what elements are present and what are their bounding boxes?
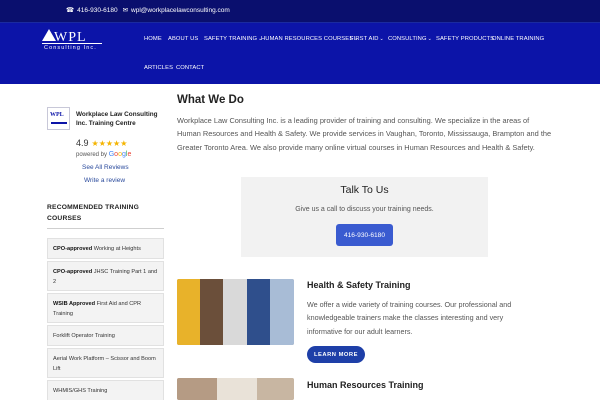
nav-safety-training-label: SAFETY TRAINING bbox=[204, 36, 258, 42]
rating-value: 4.9 bbox=[76, 138, 89, 148]
course-item[interactable]: Aerial Work Platform – Scissor and Boom … bbox=[47, 348, 164, 378]
nav-about-us[interactable]: ABOUT US bbox=[168, 36, 198, 42]
see-all-reviews-link[interactable]: See All Reviews bbox=[82, 164, 129, 171]
course-item[interactable]: WSIB Approved First Aid and CPR Training bbox=[47, 293, 164, 323]
nav-articles[interactable]: ARTICLES bbox=[144, 65, 173, 71]
nav-safety-products[interactable]: SAFETY PRODUCTS bbox=[436, 36, 494, 42]
email-icon: ✉ bbox=[122, 7, 129, 14]
course-item[interactable]: CPO-approved JHSC Training Part 1 and 2 bbox=[47, 261, 164, 291]
course-item[interactable]: CPO-approved Working at Heights bbox=[47, 238, 164, 259]
powered-by-label: powered by bbox=[76, 152, 108, 158]
nav-home-label: HOME bbox=[144, 36, 162, 42]
intro-paragraph: Workplace Law Consulting Inc. is a leadi… bbox=[177, 116, 552, 152]
nav-consulting-label: CONSULTING bbox=[388, 36, 427, 42]
nav-safety-products-label: SAFETY PRODUCTS bbox=[436, 36, 495, 42]
business-name[interactable]: Workplace Law Consulting Inc. Training C… bbox=[76, 110, 166, 128]
nav-hr-courses-label: HUMAN RESOURCES COURSES bbox=[261, 36, 354, 42]
top-contact-bar: ☎ 416-930-6180 ✉ wpl@workplacelawconsult… bbox=[0, 0, 600, 22]
nav-first-aid-label: FIRST AID bbox=[350, 36, 379, 42]
nav-home[interactable]: HOME bbox=[144, 36, 162, 42]
logo-subtitle: Consulting Inc. bbox=[44, 45, 97, 51]
chevron-down-icon: ⌄ bbox=[379, 36, 384, 42]
page-title: What We Do bbox=[177, 94, 244, 106]
health-safety-description: We offer a wide variety of training cour… bbox=[307, 300, 512, 336]
human-resources-photo bbox=[177, 378, 294, 400]
nav-human-resources-courses[interactable]: HUMAN RESOURCES COURSES⌄ bbox=[261, 36, 358, 42]
powered-by-google: powered by Google bbox=[76, 151, 131, 158]
course-badge: CPO-approved bbox=[53, 269, 93, 275]
google-wordmark: Google bbox=[108, 151, 132, 158]
nav-safety-training[interactable]: SAFETY TRAINING⌄ bbox=[204, 36, 262, 42]
topbar-phone[interactable]: 416-930-6180 bbox=[77, 7, 117, 14]
nav-about-us-label: ABOUT US bbox=[168, 36, 199, 42]
topbar-email[interactable]: wpl@workplacelawconsulting.com bbox=[131, 7, 230, 14]
learn-more-button[interactable]: LEARN MORE bbox=[307, 346, 365, 363]
phone-icon: ☎ bbox=[66, 7, 75, 14]
write-review-link[interactable]: Write a review bbox=[84, 177, 125, 184]
course-label: Working at Heights bbox=[92, 246, 141, 252]
business-logo-rule bbox=[51, 122, 67, 124]
nav-online-training-label: ONLINE TRAINING bbox=[492, 36, 545, 42]
talk-to-us-box: Talk To Us Give us a call to discuss you… bbox=[241, 177, 488, 257]
course-label: WHMIS/GHS Training bbox=[53, 388, 108, 394]
business-logo-mark: WPL bbox=[50, 112, 64, 118]
star-rating-icon: ★★★★★ bbox=[91, 138, 128, 148]
health-safety-photo bbox=[177, 279, 294, 345]
nav-first-aid[interactable]: FIRST AID⌄ bbox=[350, 36, 384, 42]
business-logo: WPL bbox=[47, 107, 70, 130]
course-item[interactable]: Forklift Operator Training bbox=[47, 325, 164, 346]
health-safety-title[interactable]: Health & Safety Training bbox=[307, 280, 411, 290]
recommended-courses-heading: RECOMMENDED TRAINING COURSES bbox=[47, 204, 140, 222]
talk-heading: Talk To Us bbox=[340, 184, 389, 196]
main-navbar: WPL Consulting Inc. HOME ABOUT US SAFETY… bbox=[0, 22, 600, 84]
talk-text: Give us a call to discuss your training … bbox=[295, 206, 434, 213]
chevron-down-icon: ⌄ bbox=[427, 36, 432, 42]
call-button[interactable]: 416-930-6180 bbox=[336, 224, 393, 246]
site-logo[interactable]: WPL Consulting Inc. bbox=[42, 29, 104, 55]
course-item[interactable]: WHMIS/GHS Training bbox=[47, 380, 164, 400]
rating-row: 4.9 ★★★★★ bbox=[76, 138, 127, 148]
human-resources-title[interactable]: Human Resources Training bbox=[307, 380, 424, 390]
nav-contact[interactable]: CONTACT bbox=[176, 65, 204, 71]
divider bbox=[47, 228, 164, 229]
nav-articles-label: ARTICLES bbox=[144, 65, 174, 71]
course-badge: WSIB Approved bbox=[53, 301, 96, 307]
contact-info: ☎ 416-930-6180 ✉ wpl@workplacelawconsult… bbox=[66, 6, 230, 15]
nav-online-training[interactable]: ONLINE TRAINING bbox=[492, 36, 544, 42]
logo-rule bbox=[42, 43, 102, 44]
course-label: Forklift Operator Training bbox=[53, 333, 115, 339]
nav-contact-label: CONTACT bbox=[176, 65, 205, 71]
nav-consulting[interactable]: CONSULTING⌄ bbox=[388, 36, 432, 42]
course-label: Aerial Work Platform – Scissor and Boom … bbox=[53, 356, 156, 372]
course-badge: CPO-approved bbox=[53, 246, 93, 252]
